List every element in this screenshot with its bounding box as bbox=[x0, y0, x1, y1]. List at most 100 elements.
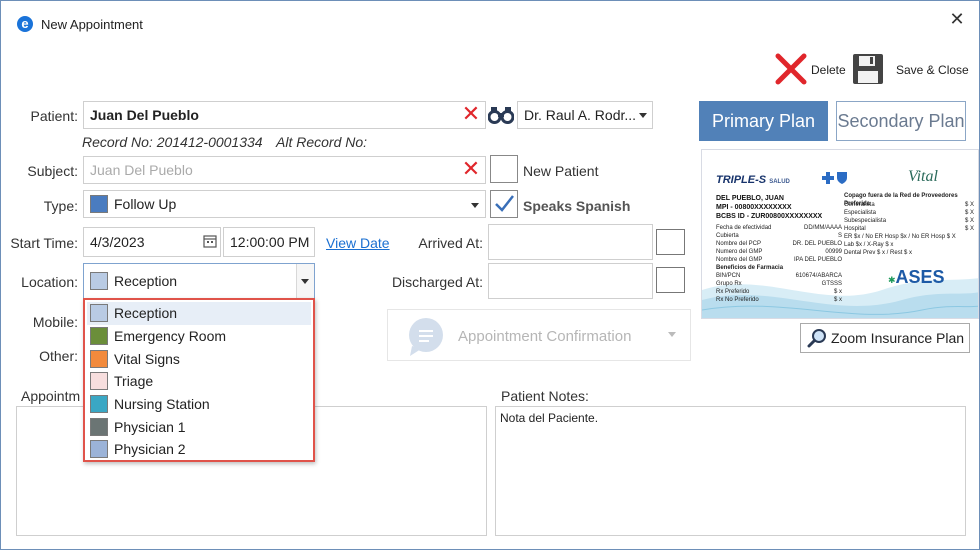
location-option[interactable]: Emergency Room bbox=[87, 325, 311, 348]
card-row-key: Dental Prev $ x / Rest $ x bbox=[844, 250, 913, 256]
record-no: Record No: 201412-0001334 bbox=[82, 134, 263, 150]
start-date-input[interactable]: 4/3/2023 bbox=[83, 227, 221, 257]
ases-text: ASES bbox=[895, 267, 945, 287]
card-row-key: BIN/PCN bbox=[716, 273, 741, 279]
card-row-key: Subespecialista bbox=[844, 218, 887, 224]
card-row-value: DD/MM/AAAA bbox=[803, 225, 842, 231]
card-row-value: $ X bbox=[964, 210, 974, 216]
arrived-at-input[interactable] bbox=[488, 224, 653, 260]
location-dropdown-list: Reception Emergency Room Vital Signs Triage… bbox=[83, 298, 315, 462]
location-option-label: Physician 1 bbox=[114, 418, 186, 435]
location-option[interactable]: Vital Signs bbox=[87, 347, 311, 370]
card-left-table: Fecha de efectividad DD/MM/AAAA Cubierta S N… bbox=[716, 224, 842, 304]
type-color-swatch bbox=[90, 195, 108, 213]
clear-subject-icon[interactable]: ✕ bbox=[460, 158, 482, 181]
card-row-key: Rx No Preferido bbox=[716, 297, 759, 303]
speaks-spanish-checkbox[interactable] bbox=[490, 190, 518, 218]
card-brand-suffix: SALUD bbox=[769, 179, 790, 185]
start-time-input[interactable]: 12:00:00 PM bbox=[223, 227, 315, 257]
patient-notes-value: Nota del Paciente. bbox=[500, 411, 599, 425]
card-row-value: S bbox=[837, 233, 842, 239]
card-row: Nombre del PCP DR. DEL PUEBLO bbox=[716, 240, 842, 248]
save-close-button[interactable] bbox=[852, 53, 884, 85]
card-row-value: $ x bbox=[833, 297, 842, 303]
zoom-insurance-plan-button[interactable]: Zoom Insurance Plan bbox=[800, 323, 970, 353]
appointment-confirmation-button[interactable]: Appointment Confirmation bbox=[387, 309, 691, 361]
calendar-icon[interactable] bbox=[203, 234, 217, 248]
ases-logo: ✱ASES bbox=[888, 267, 945, 288]
location-option[interactable]: Physician 1 bbox=[87, 415, 311, 438]
location-option-label: Emergency Room bbox=[114, 328, 227, 345]
patient-notes-textarea[interactable]: Nota del Paciente. bbox=[495, 406, 966, 536]
new-patient-label: New Patient bbox=[523, 163, 599, 179]
chevron-down-icon bbox=[471, 203, 479, 208]
delete-button[interactable] bbox=[775, 53, 807, 85]
insurance-card-image: TRIPLE-S SALUD Vital DEL PUEBLO, JUAN MP… bbox=[701, 149, 979, 319]
card-row: Rx Preferido $ x bbox=[716, 288, 842, 296]
location-option-label: Nursing Station bbox=[114, 396, 210, 413]
location-value: Reception bbox=[114, 273, 178, 289]
view-date-link[interactable]: View Date bbox=[326, 235, 390, 251]
subject-input[interactable]: Juan Del Pueblo bbox=[83, 156, 486, 184]
clear-patient-icon[interactable]: ✕ bbox=[460, 103, 482, 126]
new-patient-checkbox[interactable] bbox=[490, 155, 518, 183]
discharged-at-input[interactable] bbox=[488, 263, 653, 299]
secondary-plan-button[interactable]: Secondary Plan bbox=[836, 101, 966, 141]
card-row-value: $ X bbox=[964, 202, 974, 208]
doctor-value: Dr. Raul A. Rodr... bbox=[524, 107, 637, 123]
card-row-key: Hospital bbox=[844, 226, 866, 232]
type-value: Follow Up bbox=[114, 196, 177, 212]
location-option[interactable]: Triage bbox=[87, 370, 311, 393]
binoculars-icon[interactable] bbox=[487, 105, 515, 125]
checkmark-icon bbox=[495, 195, 514, 212]
arrived-checkbox[interactable] bbox=[656, 229, 685, 255]
save-close-label[interactable]: Save & Close bbox=[896, 63, 969, 77]
card-row-key: Generalista bbox=[844, 202, 875, 208]
card-row-value: $ X bbox=[964, 218, 974, 224]
card-row-key: Rx Preferido bbox=[716, 289, 750, 295]
discharged-checkbox[interactable] bbox=[656, 267, 685, 293]
location-option-swatch bbox=[90, 440, 108, 459]
speaks-spanish-label: Speaks Spanish bbox=[523, 198, 631, 214]
card-row-key: Fecha de efectividad bbox=[716, 225, 772, 231]
card-row: ER $x / No ER Hosp $x / No ER Hosp $ X bbox=[844, 233, 974, 241]
patient-field[interactable]: Juan Del Pueblo bbox=[83, 101, 486, 129]
location-option[interactable]: Physician 2 bbox=[87, 438, 311, 461]
card-row-key: ER $x / No ER Hosp $x / No ER Hosp $ X bbox=[844, 234, 956, 240]
location-option-label: Physician 2 bbox=[114, 441, 186, 458]
triple-s-logo: TRIPLE-S SALUD bbox=[716, 174, 790, 186]
location-option-swatch bbox=[90, 349, 108, 368]
location-option[interactable]: Reception bbox=[87, 302, 311, 325]
vital-logo: Vital bbox=[908, 168, 938, 185]
patient-label: Patient: bbox=[30, 108, 78, 124]
delete-label[interactable]: Delete bbox=[811, 63, 846, 77]
card-row-key: Lab $x / X-Ray $ x bbox=[844, 242, 894, 248]
other-label: Other: bbox=[39, 348, 78, 364]
start-time-label: Start Time: bbox=[10, 235, 78, 251]
location-option-swatch bbox=[90, 395, 108, 414]
zoom-insurance-label: Zoom Insurance Plan bbox=[831, 330, 965, 346]
location-select[interactable]: Reception bbox=[83, 263, 315, 299]
chat-bubble-icon bbox=[409, 318, 443, 356]
card-row: Rx No Preferido $ x bbox=[716, 296, 842, 304]
card-member-name: DEL PUEBLO, JUAN bbox=[716, 195, 784, 202]
location-option-label: Reception bbox=[114, 305, 178, 322]
location-color-swatch bbox=[90, 272, 108, 290]
doctor-select[interactable]: Dr. Raul A. Rodr... bbox=[517, 101, 653, 129]
arrived-at-label: Arrived At: bbox=[418, 235, 483, 251]
primary-plan-button[interactable]: Primary Plan bbox=[699, 101, 828, 141]
discharged-at-label: Discharged At: bbox=[391, 274, 483, 290]
card-row: Nombre del GMP IPA DEL PUEBLO bbox=[716, 256, 842, 264]
card-row: Grupo Rx GTSSS bbox=[716, 280, 842, 288]
new-appointment-window: e New Appointment ✕ Delete Save & Close … bbox=[0, 0, 980, 550]
subject-label: Subject: bbox=[27, 163, 78, 179]
close-icon[interactable]: ✕ bbox=[947, 9, 967, 29]
card-row-key: Grupo Rx bbox=[716, 281, 742, 287]
type-select[interactable]: Follow Up bbox=[83, 190, 486, 218]
location-option[interactable]: Nursing Station bbox=[87, 393, 311, 416]
card-row: Dental Prev $ x / Rest $ x bbox=[844, 249, 974, 257]
card-row-key: Especialista bbox=[844, 210, 877, 216]
card-row-value: $ x bbox=[833, 289, 842, 295]
card-row: Especialista $ X bbox=[844, 209, 974, 217]
ases-mark-icon: ✱ bbox=[888, 275, 896, 285]
